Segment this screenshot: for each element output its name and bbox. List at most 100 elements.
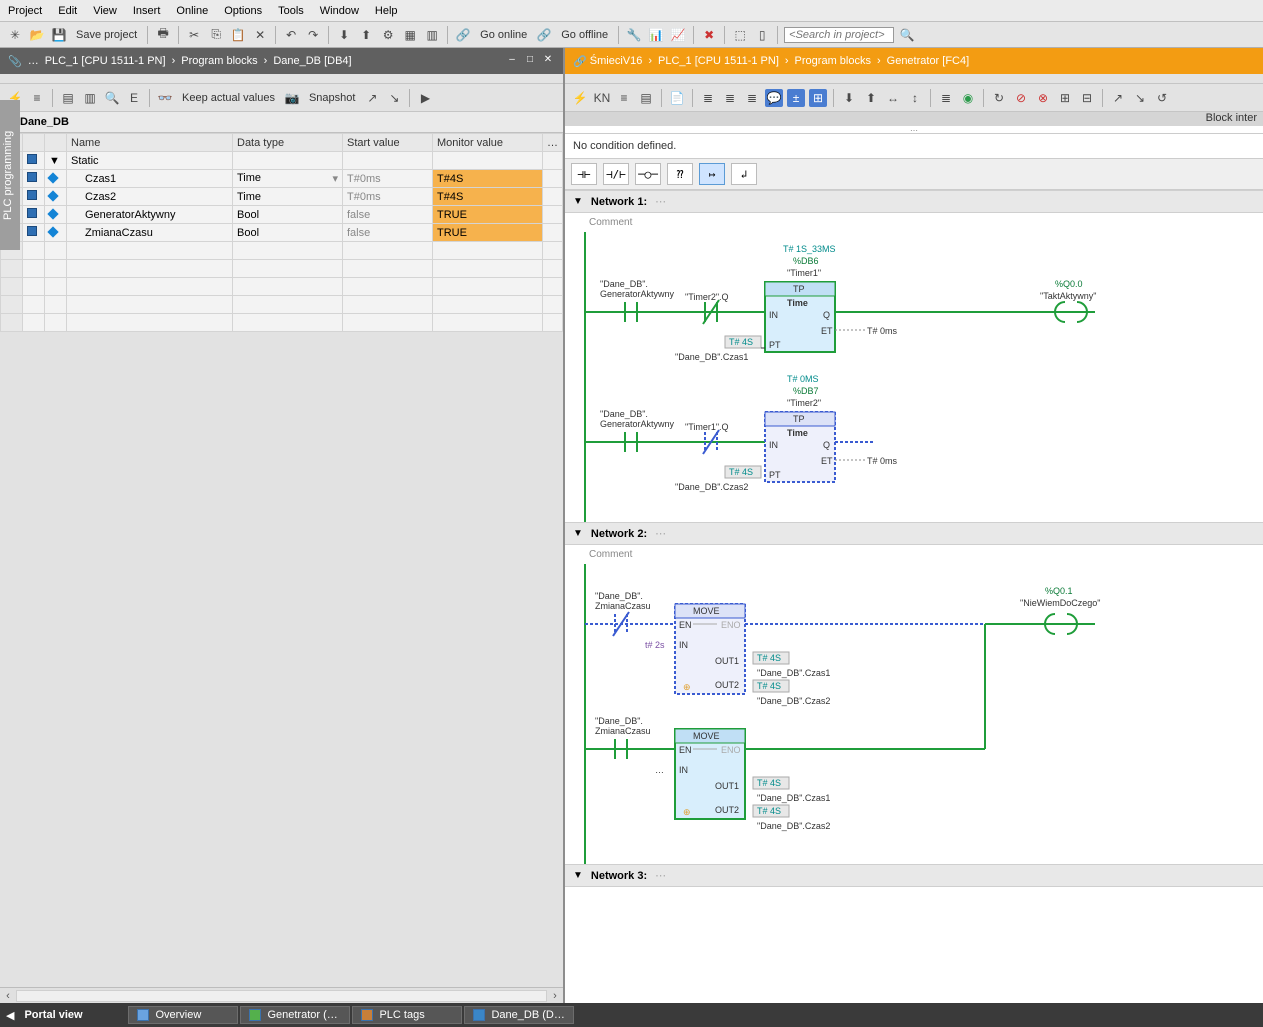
search-input[interactable] xyxy=(784,27,894,43)
tool-a-icon[interactable]: 🔧 xyxy=(625,26,643,44)
copy-icon[interactable]: ⎘ xyxy=(207,26,225,44)
cut-icon[interactable]: ✂ xyxy=(185,26,203,44)
et13-icon[interactable]: ⬆ xyxy=(862,89,880,107)
network-1-ladder[interactable]: "Dane_DB". GeneratorAktywny "Timer2".Q T… xyxy=(565,232,1263,522)
snapshot-button[interactable]: Snapshot xyxy=(305,92,359,104)
db-t6-icon[interactable]: E xyxy=(125,89,143,107)
save-project-button[interactable]: Save project xyxy=(72,29,141,41)
table-row[interactable]: 2 Czas1 Time ▾ T#0ms T#4S xyxy=(1,170,563,188)
split-v-icon[interactable]: ▯ xyxy=(753,26,771,44)
et16-icon[interactable]: ≣ xyxy=(937,89,955,107)
unlink-icon[interactable]: 🔗 xyxy=(535,26,553,44)
menu-edit[interactable]: Edit xyxy=(58,5,77,17)
et2-icon[interactable]: KN xyxy=(593,89,611,107)
row-static[interactable]: 1 ▼ Static xyxy=(1,152,563,170)
et15-icon[interactable]: ↕ xyxy=(906,89,924,107)
collapse-icon[interactable]: ▼ xyxy=(573,870,583,881)
crumb-plc[interactable]: PLC_1 [CPU 1511-1 PN] xyxy=(45,55,166,67)
coil-icon[interactable]: ─◯─ xyxy=(635,163,661,185)
box-icon[interactable]: ⁇ xyxy=(667,163,693,185)
contact-no-icon[interactable]: ⊣⊢ xyxy=(571,163,597,185)
et1-icon[interactable]: ⚡ xyxy=(571,89,589,107)
col-more[interactable]: … xyxy=(543,134,563,152)
compile-icon[interactable]: ⚙ xyxy=(379,26,397,44)
db-t7-icon[interactable]: ↗ xyxy=(363,89,381,107)
tab-dane-db[interactable]: Dane_DB (D… xyxy=(464,1006,574,1024)
et20-icon[interactable]: ⊗ xyxy=(1034,89,1052,107)
delete-icon[interactable]: ✕ xyxy=(251,26,269,44)
search-go-icon[interactable]: 🔍 xyxy=(898,26,916,44)
db-t8-icon[interactable]: ↘ xyxy=(385,89,403,107)
crumb-ellipsis[interactable]: … xyxy=(28,55,39,67)
et4-icon[interactable]: ▤ xyxy=(637,89,655,107)
go-offline-button[interactable]: Go offline xyxy=(557,29,612,41)
network-1-header[interactable]: ▼ Network 1:⋯ xyxy=(565,190,1263,213)
crumb-blocks[interactable]: Program blocks xyxy=(181,55,257,67)
portal-view-button[interactable]: Portal view xyxy=(16,1007,126,1023)
back-icon[interactable]: ◀ xyxy=(6,1009,14,1022)
et7-icon[interactable]: ≣ xyxy=(721,89,739,107)
collapse-icon[interactable]: ▼ xyxy=(573,528,583,539)
network-2-ladder[interactable]: "Dane_DB". ZmianaCzasu MOVE EN ENO IN OU… xyxy=(565,564,1263,864)
network-3-header[interactable]: ▼ Network 3:⋯ xyxy=(565,864,1263,887)
crumb-blocks-r[interactable]: Program blocks xyxy=(795,55,871,67)
undo-icon[interactable]: ↶ xyxy=(282,26,300,44)
open-icon[interactable]: 📂 xyxy=(28,26,46,44)
et21-icon[interactable]: ⊞ xyxy=(1056,89,1074,107)
crumb-proj[interactable]: ŚmieciV16 xyxy=(590,55,643,67)
et18-icon[interactable]: ↻ xyxy=(990,89,1008,107)
print-icon[interactable]: 🖶 xyxy=(154,26,172,44)
network-2-header[interactable]: ▼ Network 2:⋯ xyxy=(565,522,1263,545)
link-icon[interactable]: 🔗 xyxy=(454,26,472,44)
contact-nc-icon[interactable]: ⊣/⊢ xyxy=(603,163,629,185)
table-row[interactable]: 3 Czas2 Time T#0ms T#4S xyxy=(1,188,563,206)
col-name[interactable]: Name xyxy=(67,134,233,152)
et22-icon[interactable]: ⊟ xyxy=(1078,89,1096,107)
tab-overview[interactable]: Overview xyxy=(128,1006,238,1024)
branch-open-icon[interactable]: ↦ xyxy=(699,163,725,185)
maximize-icon[interactable]: □ xyxy=(523,54,537,68)
minimize-icon[interactable]: – xyxy=(505,54,519,68)
db-glasses-icon[interactable]: 👓 xyxy=(156,89,174,107)
db-t2-icon[interactable]: ≡ xyxy=(28,89,46,107)
db-grid[interactable]: Name Data type Start value Monitor value… xyxy=(0,133,563,987)
new-icon[interactable]: ✳ xyxy=(6,26,24,44)
col-monitor[interactable]: Monitor value xyxy=(433,134,543,152)
branch-close-icon[interactable]: ↲ xyxy=(731,163,757,185)
db-snap-icon[interactable]: 📷 xyxy=(283,89,301,107)
menu-project[interactable]: Project xyxy=(8,5,42,17)
crumb-db[interactable]: Dane_DB [DB4] xyxy=(273,55,351,67)
hmi-icon[interactable]: ▥ xyxy=(423,26,441,44)
et6-icon[interactable]: ≣ xyxy=(699,89,717,107)
et8-icon[interactable]: ≣ xyxy=(743,89,761,107)
et3-icon[interactable]: ≡ xyxy=(615,89,633,107)
et24-icon[interactable]: ↘ xyxy=(1131,89,1149,107)
network-2-comment[interactable]: Comment xyxy=(565,545,1263,564)
et14-icon[interactable]: ↔ xyxy=(884,89,902,107)
et11-icon[interactable]: ⊞ xyxy=(809,89,827,107)
et25-icon[interactable]: ↺ xyxy=(1153,89,1171,107)
keep-actual-button[interactable]: Keep actual values xyxy=(178,92,279,104)
menu-help[interactable]: Help xyxy=(375,5,398,17)
menu-tools[interactable]: Tools xyxy=(278,5,304,17)
crumb-fc[interactable]: Genetrator [FC4] xyxy=(887,55,970,67)
plc-programming-tab[interactable]: PLC programming xyxy=(0,100,20,250)
upload-icon[interactable]: ⬆ xyxy=(357,26,375,44)
col-type[interactable]: Data type xyxy=(233,134,343,152)
close-pane-icon[interactable]: ✕ xyxy=(541,54,555,68)
et23-icon[interactable]: ↗ xyxy=(1109,89,1127,107)
et12-icon[interactable]: ⬇ xyxy=(840,89,858,107)
block-interface-strip[interactable]: Block inter xyxy=(565,112,1263,126)
left-hscroll[interactable]: ‹› xyxy=(0,987,563,1003)
split-h-icon[interactable]: ⬚ xyxy=(731,26,749,44)
table-row[interactable]: 4 GeneratorAktywny Bool false TRUE xyxy=(1,206,563,224)
tool-b-icon[interactable]: 📊 xyxy=(647,26,665,44)
menu-view[interactable]: View xyxy=(93,5,117,17)
save-icon[interactable]: 💾 xyxy=(50,26,68,44)
et19-icon[interactable]: ⊘ xyxy=(1012,89,1030,107)
et5-icon[interactable]: 📄 xyxy=(668,89,686,107)
tool-c-icon[interactable]: 📈 xyxy=(669,26,687,44)
col-start[interactable]: Start value xyxy=(343,134,433,152)
download-icon[interactable]: ⬇ xyxy=(335,26,353,44)
go-online-button[interactable]: Go online xyxy=(476,29,531,41)
